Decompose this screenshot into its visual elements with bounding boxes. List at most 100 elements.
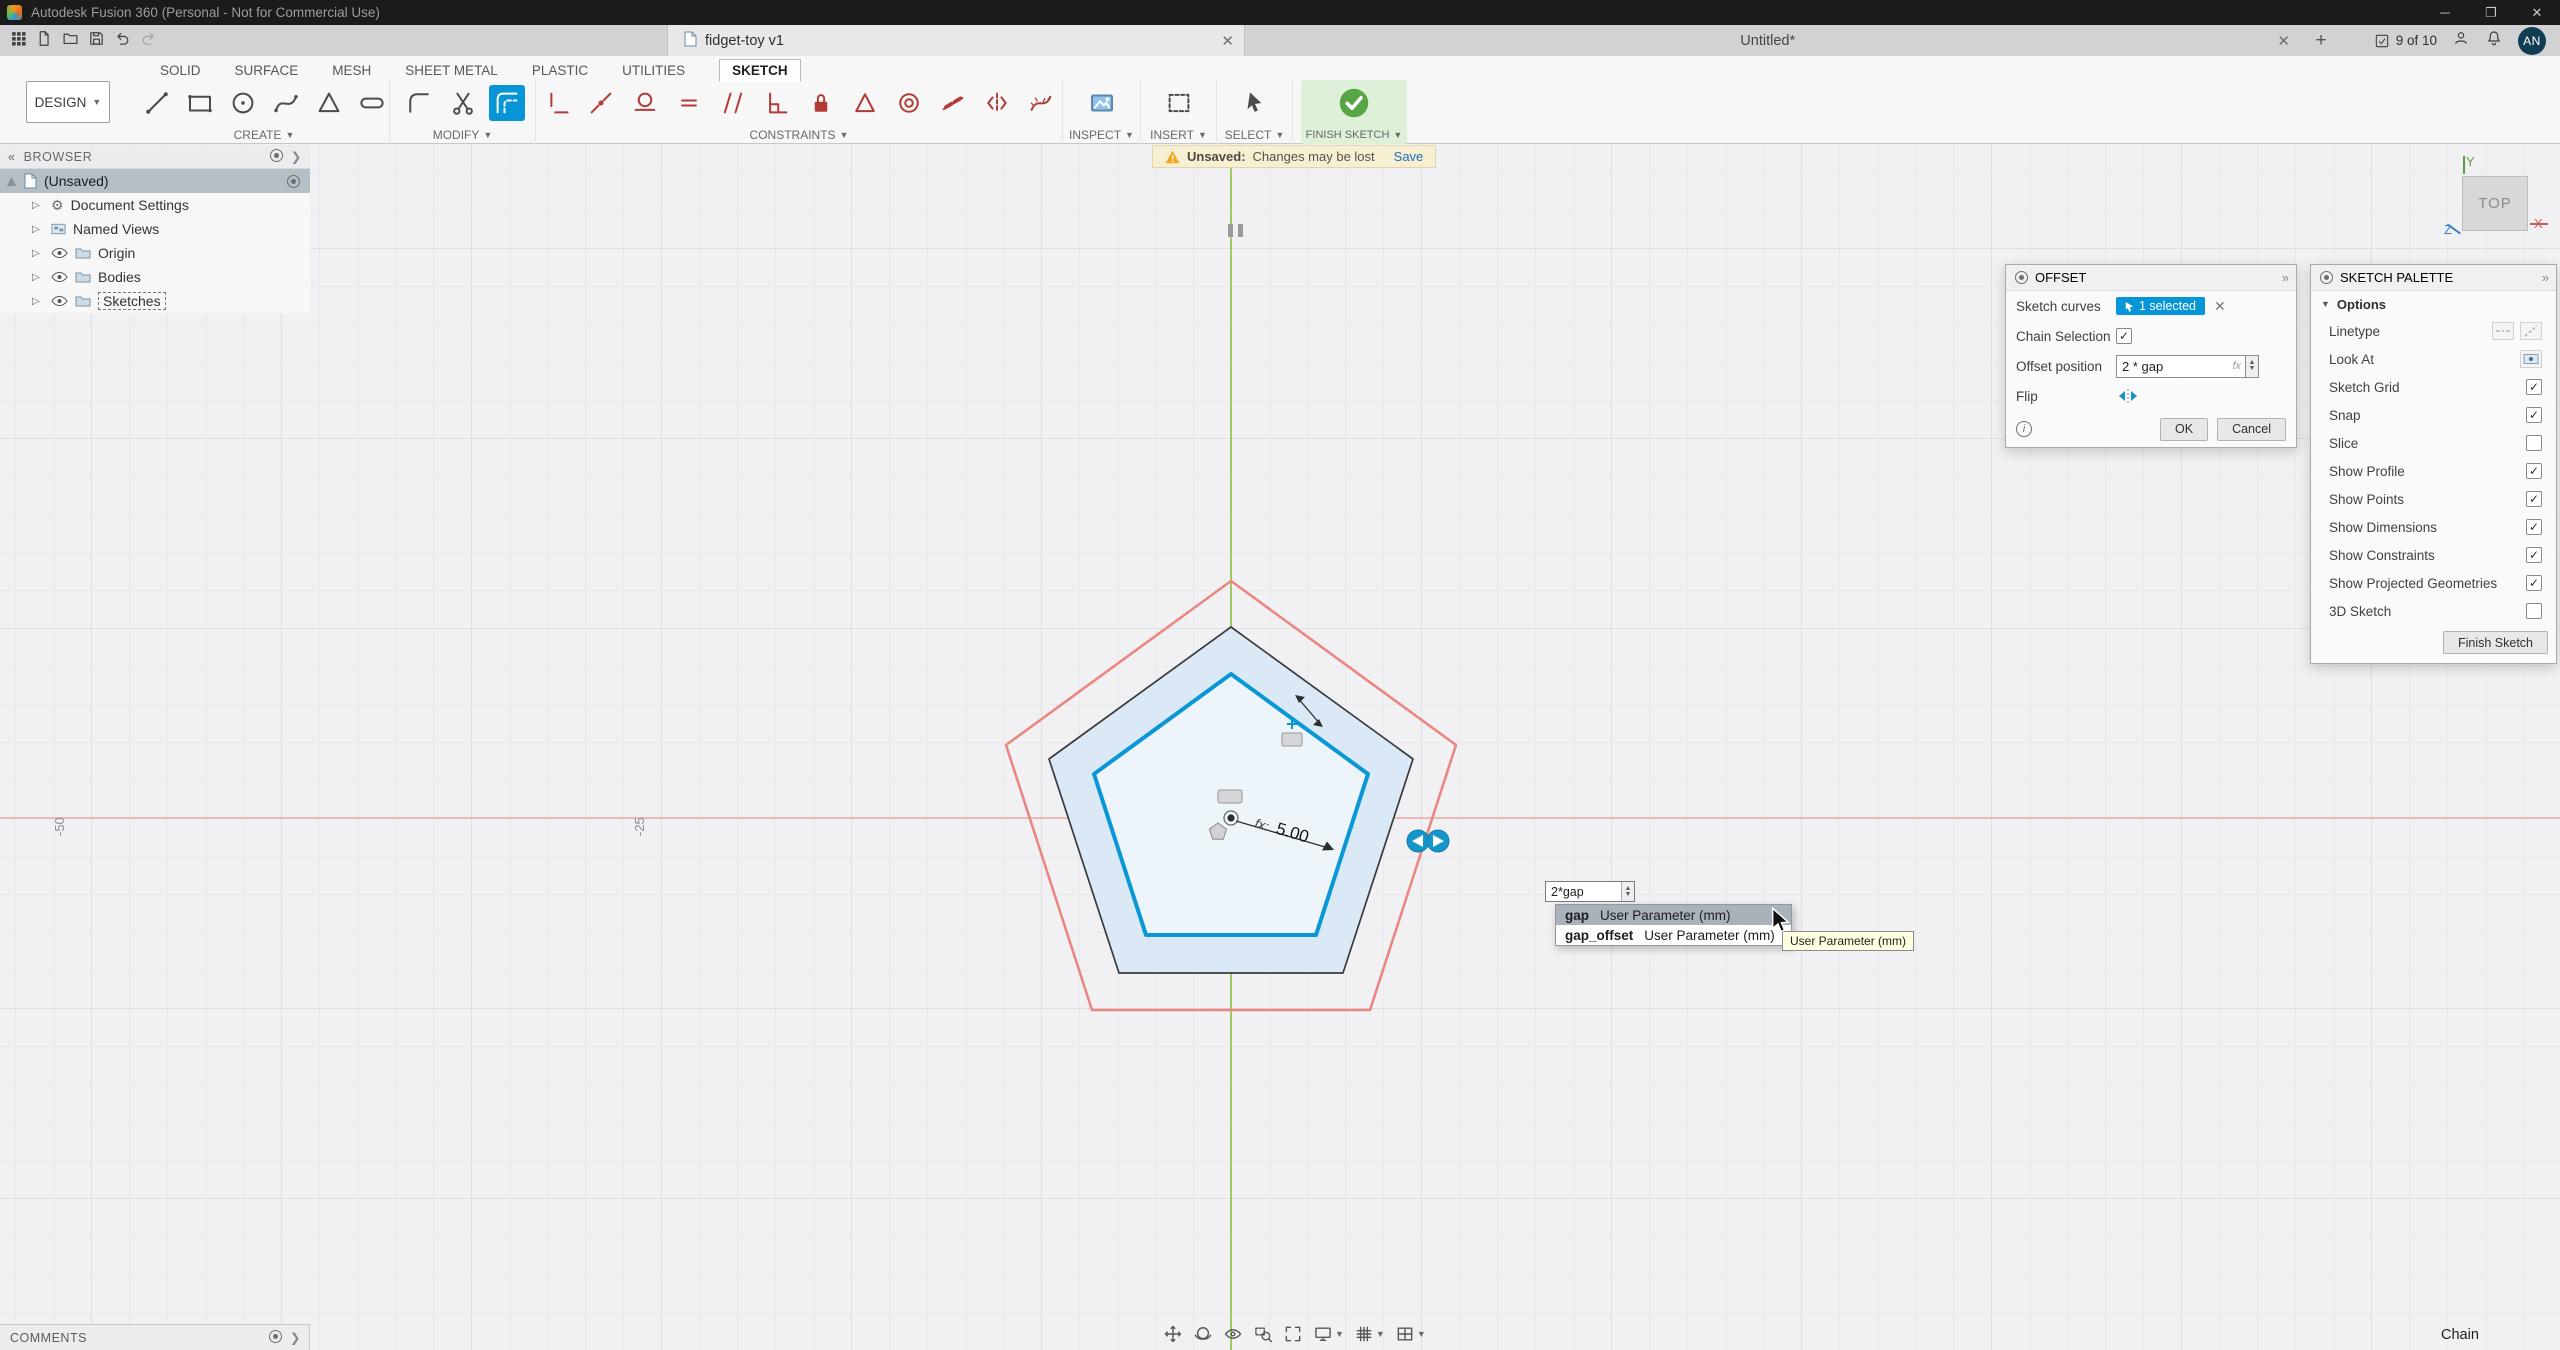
finish-sketch-palette-button[interactable]: Finish Sketch — [2443, 631, 2548, 654]
dialog-pin-icon[interactable] — [2015, 271, 2028, 284]
value-spinner[interactable]: ▲▼ — [2246, 355, 2259, 378]
finish-sketch-button[interactable]: FINISH SKETCH▼ — [1301, 126, 1407, 143]
measure-icon[interactable] — [1084, 85, 1120, 121]
fillet-icon[interactable] — [401, 85, 437, 121]
midpoint-icon[interactable] — [847, 85, 883, 121]
show-projected-geometries-checkbox[interactable] — [2526, 575, 2542, 591]
expand-chevron-icon[interactable]: ▷ — [32, 296, 44, 307]
visibility-eye-icon[interactable] — [51, 295, 68, 307]
zoom-window-icon[interactable] — [1253, 1324, 1273, 1344]
polygon-icon[interactable] — [311, 85, 346, 121]
spline-icon[interactable] — [268, 85, 303, 121]
info-icon[interactable]: i — [2016, 421, 2032, 437]
selection-badge[interactable]: 1 selected — [2116, 297, 2205, 315]
value-spinner[interactable]: ▲▼ — [1621, 882, 1634, 901]
expand-chevron-icon[interactable]: ▷ — [32, 200, 44, 211]
parameter-expression-input[interactable]: 2*gap ▲▼ — [1545, 881, 1635, 902]
tab-untitled[interactable]: Untitled* ✕ — [1246, 25, 2302, 56]
panel-handle-icon[interactable]: ❯ — [290, 1330, 301, 1345]
dock-arrows-icon[interactable]: » — [2542, 270, 2547, 285]
tab-sketch[interactable]: SKETCH — [719, 59, 801, 82]
tab-close-icon[interactable]: ✕ — [1221, 32, 1234, 50]
visibility-eye-icon[interactable] — [51, 247, 68, 259]
job-status-badge[interactable]: 9 of 10 — [2374, 33, 2437, 49]
options-section-header[interactable]: ▼ Options — [2311, 291, 2556, 317]
grid-settings-icon[interactable]: ▼ — [1354, 1324, 1385, 1344]
panel-handle-icon[interactable]: ❯ — [291, 149, 302, 164]
orbit-icon[interactable] — [1193, 1324, 1213, 1344]
zoom-fit-icon[interactable] — [1283, 1324, 1303, 1344]
perpendicular-icon[interactable] — [759, 85, 795, 121]
browser-item-document-settings[interactable]: ▷ ⚙ Document Settings — [0, 193, 310, 217]
avatar[interactable]: AN — [2518, 27, 2546, 55]
offset-position-input[interactable]: 2 * gap fx — [2116, 355, 2246, 378]
viewcube[interactable]: TOP — [2462, 176, 2528, 231]
pan-icon[interactable] — [1163, 1324, 1183, 1344]
workspace-selector[interactable]: DESIGN▼ — [26, 81, 110, 123]
linetype-construction-icon[interactable] — [2520, 322, 2542, 340]
coincident-icon[interactable] — [583, 85, 619, 121]
tab-solid[interactable]: SOLID — [160, 63, 201, 78]
open-file-icon[interactable] — [62, 30, 79, 52]
new-tab-button[interactable]: + — [2306, 25, 2336, 56]
dropdown-item-gap-offset[interactable]: gap_offset User Parameter (mm) — [1556, 925, 1791, 945]
tab-surface[interactable]: SURFACE — [235, 63, 299, 78]
inspect-menu[interactable]: INSPECT▼ — [1063, 126, 1140, 143]
symmetry-icon[interactable] — [979, 85, 1015, 121]
app-grid-icon[interactable] — [10, 30, 27, 52]
offset-dialog-header[interactable]: OFFSET » — [2006, 265, 2296, 291]
visibility-eye-icon[interactable] — [51, 271, 68, 283]
model-canvas[interactable]: fx: 5.00 -50 -25 — [0, 144, 2560, 1350]
show-points-checkbox[interactable] — [2526, 491, 2542, 507]
dropdown-item-gap[interactable]: gap User Parameter (mm) — [1556, 905, 1791, 925]
collinear-icon[interactable] — [935, 85, 971, 121]
dock-target-icon[interactable] — [270, 149, 283, 162]
collapse-arrows-icon[interactable]: « — [8, 150, 16, 164]
dialog-pin-icon[interactable] — [2320, 271, 2333, 284]
activate-target-icon[interactable] — [287, 175, 300, 188]
ok-button[interactable]: OK — [2160, 418, 2208, 441]
clear-selection-icon[interactable]: ✕ — [2214, 298, 2226, 315]
minimize-button[interactable]: ─ — [2422, 0, 2468, 25]
user-account-icon[interactable] — [2452, 29, 2470, 52]
offset-icon[interactable] — [489, 85, 525, 121]
fix-lock-icon[interactable] — [803, 85, 839, 121]
show-profile-checkbox[interactable] — [2526, 463, 2542, 479]
look-at-icon[interactable] — [1223, 1324, 1243, 1344]
expand-chevron-icon[interactable]: ▷ — [32, 248, 44, 259]
parallel-icon[interactable] — [715, 85, 751, 121]
flip-icon[interactable] — [2116, 388, 2140, 404]
expand-chevron-icon[interactable]: ▷ — [32, 272, 44, 283]
tab-mesh[interactable]: MESH — [332, 63, 371, 78]
tab-close-icon[interactable]: ✕ — [2277, 32, 2290, 50]
browser-item-bodies[interactable]: ▷ Bodies — [0, 265, 310, 289]
finish-sketch-group[interactable]: FINISH SKETCH▼ — [1301, 80, 1407, 144]
tab-plastic[interactable]: PLASTIC — [532, 63, 588, 78]
browser-header[interactable]: « BROWSER ❯ — [0, 145, 310, 169]
constraints-menu[interactable]: CONSTRAINTS▼ — [536, 126, 1062, 143]
finish-sketch-icon[interactable] — [1336, 85, 1372, 121]
show-constraints-checkbox[interactable] — [2526, 547, 2542, 563]
browser-root-row[interactable]: (Unsaved) — [0, 169, 310, 193]
tab-sheet-metal[interactable]: SHEET METAL — [405, 63, 498, 78]
concentric-icon[interactable] — [891, 85, 927, 121]
notifications-bell-icon[interactable] — [2485, 29, 2503, 52]
save-icon[interactable] — [88, 30, 105, 52]
slot-icon[interactable] — [354, 85, 389, 121]
curvature-icon[interactable] — [1023, 85, 1059, 121]
new-file-icon[interactable] — [36, 30, 53, 52]
comments-panel[interactable]: COMMENTS ❯ — [0, 1324, 310, 1350]
show-dimensions-checkbox[interactable] — [2526, 519, 2542, 535]
sketch-grid-checkbox[interactable] — [2526, 379, 2542, 395]
select-menu[interactable]: SELECT▼ — [1217, 126, 1292, 143]
insert-menu[interactable]: INSERT▼ — [1141, 126, 1216, 143]
viewports-icon[interactable]: ▼ — [1395, 1324, 1426, 1344]
circle-icon[interactable] — [225, 85, 260, 121]
trim-icon[interactable] — [445, 85, 481, 121]
expand-chevron-icon[interactable]: ▷ — [32, 224, 44, 235]
select-cursor-icon[interactable] — [1237, 85, 1273, 121]
rectangle-icon[interactable] — [182, 85, 217, 121]
sketch-palette-header[interactable]: SKETCH PALETTE » — [2311, 265, 2556, 291]
maximize-button[interactable]: ❐ — [2468, 0, 2514, 25]
undo-icon[interactable] — [114, 30, 131, 52]
